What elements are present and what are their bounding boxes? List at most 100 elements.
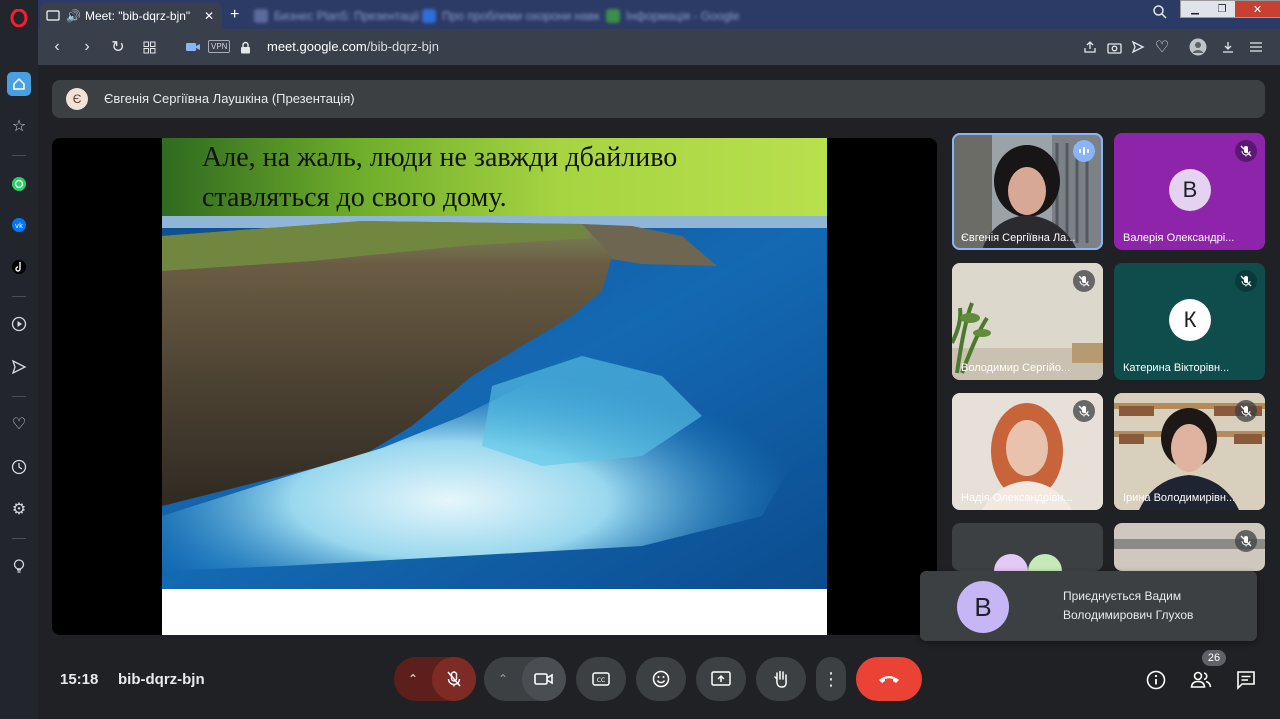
sidebar-divider xyxy=(12,396,26,397)
url-field[interactable]: meet.google.com/bib-dqrz-bjn xyxy=(267,39,439,54)
tabs-grid-icon[interactable] xyxy=(139,37,159,57)
tab-meet[interactable]: 🔊 Meet: "bib-dqrz-bjn" ✕ xyxy=(40,3,222,29)
snapshot-icon[interactable] xyxy=(1104,37,1124,57)
close-tab-icon[interactable]: ✕ xyxy=(204,9,214,23)
join-notification-text: Приєднується Вадим Володимирович Глухов xyxy=(1063,589,1194,622)
maximize-button[interactable]: ❐ xyxy=(1209,1,1235,17)
people-button[interactable] xyxy=(1189,668,1213,692)
sidebar-divider xyxy=(12,538,26,539)
back-icon[interactable]: ‹ xyxy=(47,37,67,57)
profile-icon[interactable] xyxy=(1188,37,1208,57)
presenter-bar: Є Євгенія Сергіївна Лаушкіна (Презентаці… xyxy=(52,80,1265,118)
search-icon[interactable] xyxy=(1152,4,1168,24)
url-path: /bib-dqrz-bjn xyxy=(366,39,439,54)
tab-title: Про проблеми охорони навколишнього xyxy=(442,9,600,23)
whatsapp-icon[interactable] xyxy=(7,172,31,196)
join-notification: В Приєднується Вадим Володимирович Глухо… xyxy=(920,571,1257,641)
forward-icon[interactable]: › xyxy=(77,37,97,57)
participant-avatar xyxy=(1028,554,1062,571)
opera-sidebar: ☆ vk ♡ ⚙ xyxy=(0,0,38,719)
camera-in-use-icon[interactable] xyxy=(183,37,203,57)
lock-icon[interactable] xyxy=(235,37,255,57)
sidebar-divider xyxy=(12,296,26,297)
send-page-icon[interactable] xyxy=(1128,37,1148,57)
speaking-indicator-icon xyxy=(1073,140,1095,162)
participant-tile[interactable]: В Валерія Олександрі... xyxy=(1114,133,1265,250)
vpn-badge[interactable]: VPN xyxy=(208,40,231,53)
participant-tile[interactable] xyxy=(1114,523,1265,571)
lightbulb-icon[interactable] xyxy=(7,554,31,578)
url-domain: meet.google.com xyxy=(267,39,367,54)
settings-icon[interactable]: ⚙ xyxy=(7,497,31,521)
tiktok-icon[interactable] xyxy=(7,255,31,279)
participant-tile[interactable]: Володимир Сергійо... xyxy=(952,263,1103,380)
meeting-code: bib-dqrz-bjn xyxy=(118,671,205,688)
vk-icon[interactable]: vk xyxy=(7,213,31,237)
meeting-details-button[interactable] xyxy=(1144,668,1168,692)
presenter-label: Євгенія Сергіївна Лаушкіна (Презентація) xyxy=(104,91,355,106)
participant-name: Валерія Олександрі... xyxy=(1123,232,1235,244)
participant-tile[interactable]: Євгенія Сергіївна Ла... xyxy=(952,133,1103,250)
mic-toggle-button[interactable] xyxy=(432,657,476,701)
camera-toggle-button[interactable] xyxy=(522,657,566,701)
home-icon[interactable] xyxy=(7,72,31,96)
tab-title: Інформація - Google xyxy=(626,9,740,23)
participant-tile[interactable]: Надія Олександрівн... xyxy=(952,393,1103,510)
participant-tile[interactable]: К Катерина Вікторівн... xyxy=(1114,263,1265,380)
participant-tile[interactable] xyxy=(952,523,1103,571)
meeting-time: 15:18 xyxy=(60,671,99,688)
address-bar: ‹ › ↻ VPN meet.google.com/bib-dqrz-bjn ♡ xyxy=(38,29,1280,65)
mic-off-icon xyxy=(1235,270,1257,292)
close-window-button[interactable]: ✕ xyxy=(1235,1,1280,17)
mic-off-icon xyxy=(1073,270,1095,292)
star-icon[interactable]: ☆ xyxy=(7,114,31,138)
svg-text:vk: vk xyxy=(15,222,24,230)
meeting-controls-bar: 15:18 bib-dqrz-bjn ⌃ ⌃ CC ⋮ 26 xyxy=(38,650,1280,719)
share-icon[interactable] xyxy=(1080,37,1100,57)
tab-background-1[interactable]: Бизнес Plan5: Презентації xyxy=(248,3,420,29)
participant-name: Ірина Володимирівн... xyxy=(1123,492,1236,504)
tab-background-3[interactable]: Інформація - Google xyxy=(600,3,780,29)
raise-hand-button[interactable] xyxy=(756,657,806,701)
captions-button[interactable]: CC xyxy=(576,657,626,701)
history-icon[interactable] xyxy=(7,455,31,479)
player-icon[interactable] xyxy=(7,312,31,336)
participant-name: Катерина Вікторівн... xyxy=(1123,362,1230,374)
info-icon xyxy=(1146,670,1166,690)
participant-avatar: В xyxy=(1169,169,1211,211)
camera-icon xyxy=(534,673,553,685)
mic-off-icon xyxy=(1235,530,1257,552)
reactions-button[interactable] xyxy=(636,657,686,701)
bookmark-heart-icon[interactable]: ♡ xyxy=(1152,37,1172,57)
tab-title: Бизнес Plan5: Презентації xyxy=(274,9,420,23)
new-tab-icon[interactable]: + xyxy=(230,6,239,24)
participant-name: Надія Олександрівн... xyxy=(961,492,1073,504)
mic-off-icon xyxy=(1073,400,1095,422)
reload-icon[interactable]: ↻ xyxy=(108,37,128,57)
chat-button[interactable] xyxy=(1234,668,1258,692)
participant-avatar xyxy=(994,554,1028,571)
heart-icon[interactable]: ♡ xyxy=(7,412,31,436)
opera-logo-icon[interactable] xyxy=(7,6,31,30)
participant-tile[interactable]: Ірина Володимирівн... xyxy=(1114,393,1265,510)
tab-background-2[interactable]: Про проблеми охорони навколишнього xyxy=(416,3,600,29)
tab-favicon-icon xyxy=(606,9,620,23)
people-icon xyxy=(1190,671,1212,688)
presentation-stage[interactable]: Але, на жаль, люди не завжди дбайливо ст… xyxy=(52,138,937,635)
mic-off-icon xyxy=(1235,400,1257,422)
speaker-icon[interactable]: 🔊 xyxy=(66,9,81,23)
tab-title: Meet: "bib-dqrz-bjn" xyxy=(84,9,191,23)
people-count-badge: 26 xyxy=(1202,650,1226,666)
send-icon[interactable] xyxy=(7,355,31,379)
joining-avatar: В xyxy=(957,581,1009,633)
download-icon[interactable] xyxy=(1218,37,1238,57)
presenter-avatar: Є xyxy=(66,88,88,110)
minimize-button[interactable]: ▁ xyxy=(1181,1,1209,17)
easy-setup-icon[interactable] xyxy=(1246,37,1266,57)
sidebar-divider xyxy=(12,155,26,156)
present-screen-button[interactable] xyxy=(696,657,746,701)
slide-text: Але, на жаль, люди не завжди дбайливо ст… xyxy=(202,142,678,213)
leave-call-button[interactable] xyxy=(856,657,922,701)
mic-off-icon xyxy=(447,671,461,687)
more-options-button[interactable]: ⋮ xyxy=(816,657,846,701)
